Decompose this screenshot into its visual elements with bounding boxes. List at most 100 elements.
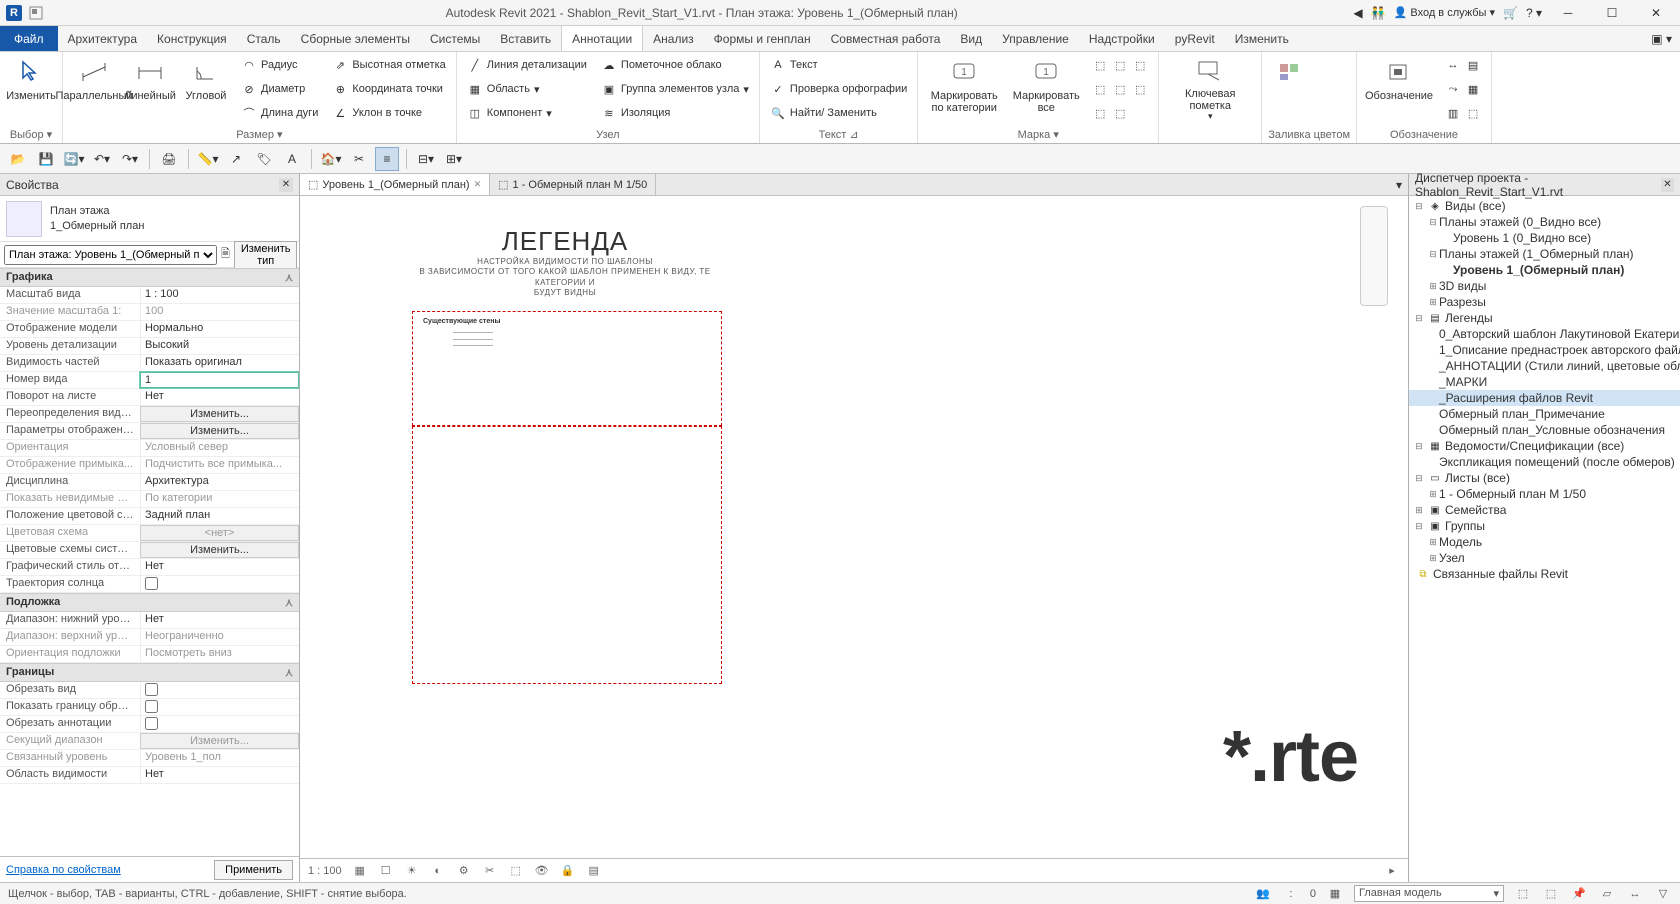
vis-override-button[interactable]: Изменить... — [140, 406, 299, 422]
workset-icon[interactable]: 👥 — [1254, 885, 1272, 903]
navigation-bar[interactable] — [1360, 206, 1388, 306]
crop-icon[interactable]: ✂ — [482, 863, 498, 879]
tree-legends[interactable]: ⊟▤Легенды — [1409, 310, 1680, 326]
select-underlay-icon[interactable]: ⬚ — [1542, 885, 1560, 903]
select-pinned-icon[interactable]: 📌 — [1570, 885, 1588, 903]
tree-legend-1[interactable]: 1_Описание преднастроек авторского файла… — [1409, 342, 1680, 358]
visual-style-icon[interactable]: ☐ — [378, 863, 394, 879]
scale-label[interactable]: 1 : 100 — [308, 865, 342, 877]
tab-architecture[interactable]: Архитектура — [58, 26, 148, 51]
group-underlay[interactable]: Подложка⋏ — [0, 593, 299, 612]
modify-button[interactable]: Изменить — [6, 54, 56, 122]
keynote-button[interactable]: Ключевая пометка▾ — [1165, 54, 1255, 122]
aligned-dim-button[interactable]: Параллельный — [69, 54, 119, 122]
tab-addins[interactable]: Надстройки — [1079, 26, 1165, 51]
tab-massing[interactable]: Формы и генплан — [704, 26, 821, 51]
find-replace-button[interactable]: 🔍Найти/ Заменить — [766, 102, 911, 124]
qat-print-icon[interactable]: 🖨 — [157, 147, 181, 171]
properties-close-icon[interactable]: ✕ — [279, 178, 293, 192]
text-button[interactable]: AТекст — [766, 54, 911, 76]
qat-thin-lines-icon[interactable]: ≡ — [375, 147, 399, 171]
tab-annotate[interactable]: Аннотации — [561, 26, 643, 51]
tree-groups[interactable]: ⊟▣Группы — [1409, 518, 1680, 534]
qat-sync-icon[interactable]: 🔄▾ — [62, 147, 86, 171]
tree-sections[interactable]: ⊞Разрезы — [1409, 294, 1680, 310]
hide-icon[interactable]: 👁 — [534, 863, 550, 879]
sun-path-checkbox[interactable] — [140, 576, 299, 592]
properties-help-link[interactable]: Справка по свойствам — [6, 864, 121, 876]
angular-dim-button[interactable]: Угловой — [181, 54, 231, 122]
tag-all-button[interactable]: 1Маркировать все — [1010, 54, 1082, 122]
tree-legend-6[interactable]: Обмерный план_Условные обозначения — [1409, 422, 1680, 438]
symbol-button[interactable]: Обозначение — [1363, 54, 1435, 122]
view-tab-1[interactable]: ⬚ Уровень 1_(Обмерный план) ✕ — [300, 174, 490, 195]
tab-analyze[interactable]: Анализ — [643, 26, 704, 51]
prop-view-scale-val[interactable]: 1 : 100 — [140, 287, 299, 303]
apply-button[interactable]: Применить — [214, 860, 293, 880]
qat-tag-icon[interactable]: 🏷 — [252, 147, 276, 171]
exchange-icon[interactable]: 🛒 — [1503, 6, 1518, 20]
tab-collaborate[interactable]: Совместная работа — [821, 26, 951, 51]
qat-measure-icon[interactable]: 📏▾ — [196, 147, 220, 171]
qat-new-icon[interactable]: 📂 — [6, 147, 30, 171]
filter-icon[interactable]: ▽ — [1654, 885, 1672, 903]
tree-legend-0[interactable]: 0_Авторский шаблон Лакутиновой Екатерины — [1409, 326, 1680, 342]
qat-close-hidden-icon[interactable]: ⊟▾ — [414, 147, 438, 171]
tab-modify[interactable]: Изменить — [1225, 26, 1299, 51]
model-select[interactable]: Главная модель▾ — [1354, 885, 1504, 902]
crop-region-2[interactable] — [412, 426, 722, 684]
tree-schedules[interactable]: ⊟▦Ведомости/Спецификации (все) — [1409, 438, 1680, 454]
tree-sheet-1[interactable]: ⊞1 - Обмерный план М 1/50 — [1409, 486, 1680, 502]
tab-close-icon[interactable]: ✕ — [474, 179, 482, 190]
crop-visible-checkbox[interactable] — [140, 699, 299, 715]
qat-recent-icon[interactable] — [28, 5, 44, 21]
view-tab-2[interactable]: ⬚ 1 - Обмерный план М 1/50 — [490, 174, 656, 195]
tag-extra-2[interactable]: ⬚⬚⬚ — [1088, 78, 1152, 100]
tab-manage[interactable]: Управление — [992, 26, 1079, 51]
tree-legend-4[interactable]: _Расширения файлов Revit — [1409, 390, 1680, 406]
tab-structure[interactable]: Конструкция — [147, 26, 237, 51]
qat-3d-icon[interactable]: 🏠▾ — [319, 147, 343, 171]
tree-detail-groups[interactable]: ⊞Узел — [1409, 550, 1680, 566]
color-fill-button[interactable] — [1268, 54, 1312, 122]
editable-only-icon[interactable]: ▦ — [1326, 885, 1344, 903]
tree-links[interactable]: ⧉Связанные файлы Revit — [1409, 566, 1680, 582]
symbol-extra-1[interactable]: ↔▤ — [1441, 54, 1485, 76]
tree-level1-1[interactable]: Уровень 1_(Обмерный план) — [1409, 262, 1680, 278]
prop-view-number-input[interactable]: 1 — [140, 372, 299, 388]
drag-elements-icon[interactable]: ↔ — [1626, 885, 1644, 903]
ribbon-expand-icon[interactable]: ▣ ▾ — [1643, 26, 1680, 51]
rendering-icon[interactable]: ⚙ — [456, 863, 472, 879]
group-graphics[interactable]: Графика⋏ — [0, 268, 299, 287]
scope-box-button[interactable]: Изменить... — [140, 733, 299, 749]
view-tab-options-icon[interactable]: ▾ — [1390, 178, 1408, 192]
linear-dim-button[interactable]: Линейный — [125, 54, 175, 122]
tag-by-category-button[interactable]: 1Маркировать по категории — [924, 54, 1004, 122]
tag-extra-1[interactable]: ⬚⬚⬚ — [1088, 54, 1152, 76]
tree-model-groups[interactable]: ⊞Модель — [1409, 534, 1680, 550]
temp-hide-icon[interactable]: 🔒 — [560, 863, 576, 879]
tab-pyrevit[interactable]: pyRevit — [1165, 26, 1225, 51]
tree-schedule-1[interactable]: Экспликация помещений (после обмеров) — [1409, 454, 1680, 470]
drawing-canvas[interactable]: ЛЕГЕНДА НАСТРОЙКА ВИДИМОСТИ ПО ШАБЛОНЫ В… — [300, 196, 1408, 858]
nav-back-icon[interactable]: ◀ — [1353, 6, 1362, 20]
qat-undo-icon[interactable]: ↶▾ — [90, 147, 114, 171]
sun-icon[interactable]: ☀ — [404, 863, 420, 879]
tree-views[interactable]: ⊟◈Виды (все) — [1409, 198, 1680, 214]
tree-floorplans-0[interactable]: ⊟Планы этажей (0_Видно все) — [1409, 214, 1680, 230]
qat-save-icon[interactable]: 💾 — [34, 147, 58, 171]
close-button[interactable]: ✕ — [1638, 3, 1674, 23]
infocenter-icon[interactable]: 👬 — [1371, 6, 1386, 20]
symbol-extra-2[interactable]: ⤳▦ — [1441, 78, 1485, 100]
group-extents[interactable]: Границы⋏ — [0, 663, 299, 682]
tab-insert[interactable]: Вставить — [490, 26, 561, 51]
detail-line-button[interactable]: ╱Линия детализации — [463, 54, 591, 76]
maximize-button[interactable]: ☐ — [1594, 3, 1630, 23]
user-icon[interactable]: 👤 Вход в службы ▾ — [1394, 6, 1495, 19]
browser-close-icon[interactable]: ✕ — [1661, 178, 1674, 192]
minimize-button[interactable]: ─ — [1550, 3, 1586, 23]
tab-view[interactable]: Вид — [950, 26, 992, 51]
system-color-button[interactable]: Изменить... — [140, 542, 299, 558]
qat-redo-icon[interactable]: ↷▾ — [118, 147, 142, 171]
view-scroll-icon[interactable]: ▸ — [1384, 863, 1400, 879]
